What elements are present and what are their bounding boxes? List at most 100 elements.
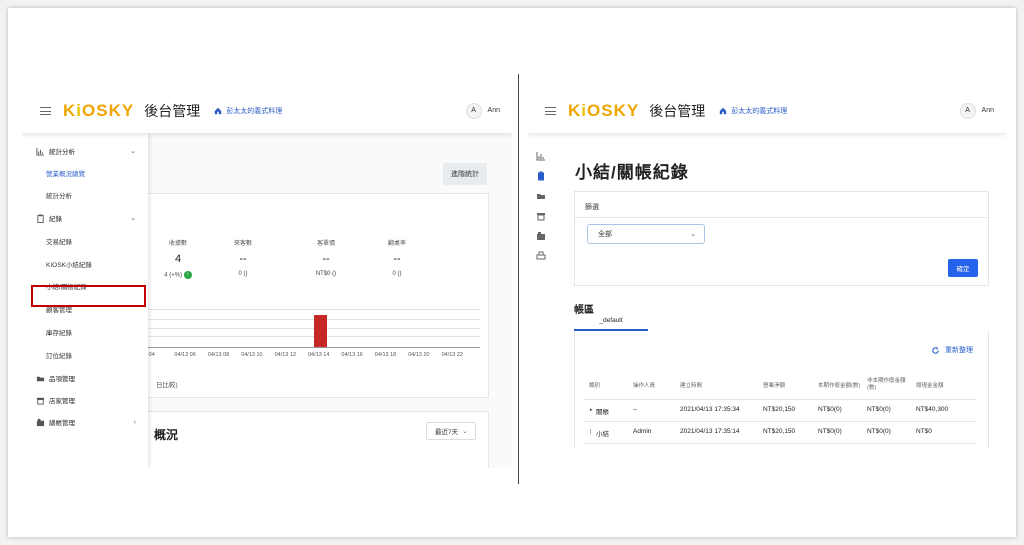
- sidebar-group[interactable]: 統計分析 ⌄: [22, 141, 148, 161]
- sidebar-item-label: 品項管理: [49, 376, 75, 383]
- page-title: 小結/關帳紀錄: [575, 163, 689, 182]
- menu-icon[interactable]: [40, 106, 51, 115]
- logo: KiOSKY: [568, 100, 640, 120]
- compare-text: 日比較): [156, 382, 178, 389]
- sidebar-subitem[interactable]: KIOSK小結紀錄: [22, 254, 148, 274]
- table-cell: NT$0(0): [818, 428, 842, 435]
- sidebar-group[interactable]: 品項管理: [22, 368, 148, 388]
- stat-value: 4: [174, 253, 182, 265]
- menu-icon[interactable]: [545, 106, 556, 115]
- sidebar-item-label: 總帳管理: [49, 420, 75, 427]
- filter-select[interactable]: 全部 ⌄: [587, 224, 705, 244]
- table-cell: 小結: [596, 431, 609, 438]
- right-screenshot: KiOSKY 後台管理 彭太太的義式料理 A Ann 小結/關帳紀錄 篩選 全部…: [527, 88, 1006, 448]
- chevron-down-icon: ⌄: [690, 231, 696, 238]
- user-menu[interactable]: A Ann: [465, 102, 500, 119]
- chart-icon[interactable]: [536, 151, 546, 161]
- row-divider: [584, 443, 977, 444]
- chevron-down-icon: ⌄: [462, 428, 468, 435]
- sidebar-item-label: 紀錄: [49, 216, 62, 223]
- logo: KiOSKY: [63, 100, 135, 120]
- stat-label: 翻桌率: [387, 241, 406, 247]
- chart-bar: [314, 314, 327, 347]
- app-title: 後台管理: [144, 102, 201, 119]
- refresh-button[interactable]: 重新整理: [931, 345, 973, 355]
- store-icon[interactable]: [536, 211, 546, 221]
- advanced-stats-button[interactable]: 進階統計: [443, 163, 487, 185]
- table-cell: NT$0(0): [818, 406, 842, 413]
- sidebar-item-label: 訂位紀錄: [46, 353, 72, 360]
- stat-label: 來客數: [233, 241, 252, 247]
- stat-label: 客單價: [316, 241, 335, 247]
- sidebar-subitem[interactable]: 庫存紀錄: [22, 322, 148, 342]
- table-cell: NT$20,150: [763, 406, 796, 413]
- sidebar-group[interactable]: 紀錄 ⌄: [22, 208, 148, 228]
- store-link[interactable]: 彭太太的義式料理: [719, 106, 787, 116]
- divider: [518, 74, 519, 484]
- app-title: 後台管理: [649, 102, 706, 119]
- row-divider: [584, 421, 977, 422]
- sidebar-subitem[interactable]: 營業概況總覽: [22, 163, 148, 183]
- sidebar-item-label: 統計分析: [49, 149, 75, 156]
- folder-icon: [36, 376, 45, 381]
- screenshot-sheet: 進階統計 收據數 4 4 (+%) ↑ 來客數 -- 0 () 客單價 -- N…: [8, 8, 1016, 537]
- chevron-left-icon: ‹: [133, 418, 136, 426]
- sidebar-item-label: 庫存紀錄: [46, 330, 72, 337]
- stat-avg-price: 客單價 -- NT$0 (): [296, 238, 356, 277]
- avatar: A: [465, 102, 482, 119]
- sidebar-subitem[interactable]: 統計分析: [22, 185, 148, 205]
- sidebar-group[interactable]: 總帳管理 ‹: [22, 412, 148, 432]
- store-link[interactable]: 彭太太的義式料理: [214, 106, 282, 116]
- divider: [575, 217, 988, 218]
- x-tick-label: 04/13 22: [441, 352, 464, 358]
- stat-sub: 4 (+%) ↑: [148, 271, 208, 279]
- column-header: 總現金金額: [916, 383, 944, 389]
- confirm-button[interactable]: 確定: [948, 259, 978, 277]
- row-divider: [584, 399, 977, 400]
- arrow-up-icon: ↑: [183, 271, 192, 279]
- left-screenshot: 進階統計 收據數 4 4 (+%) ↑ 來客數 -- 0 () 客單價 -- N…: [22, 88, 512, 468]
- store-icon: [36, 397, 45, 405]
- period-select[interactable]: 最近7天 ⌄: [426, 422, 476, 440]
- expand-icon[interactable]: ▸: [590, 407, 593, 413]
- printer-icon[interactable]: [536, 251, 546, 261]
- avatar: A: [959, 102, 976, 119]
- section-title: 帳區: [574, 305, 594, 316]
- sidebar-subitem[interactable]: 訂位紀錄: [22, 345, 148, 365]
- x-tick-label: 04/13 20: [408, 352, 430, 358]
- chevron-down-icon: ⌄: [130, 148, 136, 155]
- overview-card: 概況 最近7天 ⌄: [147, 411, 489, 468]
- sidebar-group[interactable]: 店家管理: [22, 390, 148, 410]
- sidebar-item-label: 店家管理: [49, 398, 75, 405]
- ledger-icon[interactable]: [536, 231, 546, 241]
- tab-default[interactable]: _default: [574, 317, 648, 331]
- sidebar-item-label: 統計分析: [46, 193, 72, 200]
- column-header: 類別: [589, 383, 601, 389]
- column-header: 營業淨額: [763, 383, 786, 389]
- user-menu[interactable]: A Ann: [959, 102, 994, 119]
- highlight-box: [31, 285, 146, 307]
- table-cell: NT$0(0): [867, 406, 891, 413]
- x-tick-label: 04/13 08: [207, 352, 230, 358]
- table-cell: 2021/04/13 17:35:34: [680, 406, 740, 413]
- folder-icon[interactable]: [536, 191, 546, 201]
- x-tick-label: 04/13 10: [241, 352, 263, 358]
- table-cell: --: [633, 406, 638, 413]
- column-header: 建立時間: [680, 383, 703, 389]
- top-bar: KiOSKY 後台管理 彭太太的義式料理 A Ann: [527, 88, 1006, 133]
- column-header: 本期作廢金額(數): [818, 383, 861, 389]
- collapsed-sidebar: [527, 133, 557, 448]
- x-axis: [148, 347, 480, 348]
- user-name: Ann: [487, 107, 500, 114]
- clipboard-icon[interactable]: [536, 171, 546, 181]
- section-title: 概況: [154, 428, 179, 442]
- sidebar-subitem[interactable]: 交易紀錄: [22, 231, 148, 251]
- x-tick-label: 04/13 14: [308, 352, 330, 358]
- tree-line-icon: |: [590, 429, 592, 435]
- column-header: 操作人員: [633, 383, 656, 389]
- stat-value: --: [393, 253, 401, 265]
- table-cell: 關帳: [596, 409, 609, 416]
- table-cell: NT$0: [916, 428, 932, 435]
- stat-visitors: 來客數 -- 0 (): [213, 238, 273, 277]
- grid-line: [148, 309, 480, 310]
